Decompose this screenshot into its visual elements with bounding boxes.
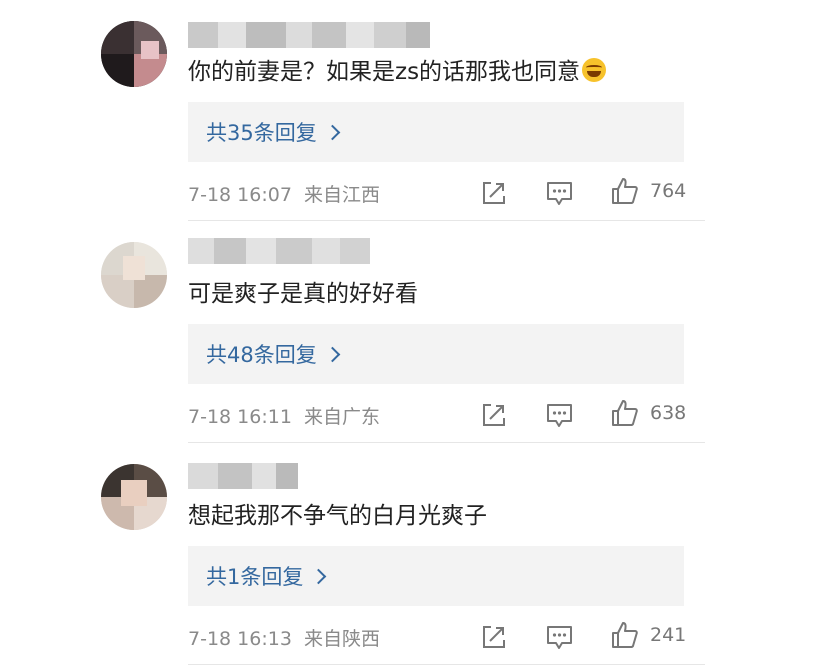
comment-text: 想起我那不争气的白月光爽子: [188, 503, 487, 529]
avatar[interactable]: [101, 21, 167, 87]
username-blurred[interactable]: [188, 463, 298, 489]
comment-meta: 7-18 16:13 来自陕西: [188, 624, 380, 651]
comment-icon[interactable]: [546, 403, 573, 429]
username-blurred[interactable]: [188, 238, 370, 264]
username-blurred[interactable]: [188, 22, 430, 48]
location: 来自陕西: [303, 628, 380, 650]
view-replies-button[interactable]: 共35条回复: [188, 102, 684, 162]
divider: [188, 220, 705, 221]
share-icon[interactable]: [481, 402, 507, 428]
avatar[interactable]: [101, 464, 167, 530]
timestamp: 7-18 16:11: [188, 406, 292, 428]
chevron-right-icon: [324, 124, 341, 140]
comment-icon[interactable]: [546, 625, 573, 651]
grinning-sweat-emoji-icon: [582, 58, 607, 82]
replies-label: 共35条回复: [206, 121, 317, 145]
view-replies-button[interactable]: 共1条回复: [188, 546, 684, 606]
like-count: 764: [650, 180, 687, 202]
divider: [188, 664, 705, 665]
location: 来自广东: [303, 406, 380, 428]
share-icon[interactable]: [481, 624, 507, 650]
comment-icon[interactable]: [546, 181, 573, 207]
divider: [188, 442, 705, 443]
avatar[interactable]: [101, 242, 167, 308]
comment-item: 想起我那不争气的白月光爽子 共1条回复 7-18 16:13 来自陕西 241: [0, 444, 825, 666]
comment-item: 可是爽子是真的好好看 共48条回复 7-18 16:11 来自广东 638: [0, 222, 825, 444]
comment-text: 可是爽子是真的好好看: [188, 281, 418, 307]
chevron-right-icon: [324, 346, 341, 362]
comment-item: 你的前妻是？如果是zs的话那我也同意 共35条回复 7-18 16:07 来自江…: [0, 0, 825, 222]
replies-label: 共1条回复: [206, 565, 304, 589]
replies-label: 共48条回复: [206, 343, 317, 367]
timestamp: 7-18 16:07: [188, 184, 292, 206]
comment-meta: 7-18 16:07 来自江西: [188, 180, 380, 207]
like-count: 241: [650, 624, 687, 646]
share-icon[interactable]: [481, 180, 507, 206]
like-thumb-icon[interactable]: [611, 177, 639, 205]
like-thumb-icon[interactable]: [611, 621, 639, 649]
comment-meta: 7-18 16:11 来自广东: [188, 402, 380, 429]
like-count: 638: [650, 402, 687, 424]
chevron-right-icon: [311, 568, 327, 584]
view-replies-button[interactable]: 共48条回复: [188, 324, 684, 384]
timestamp: 7-18 16:13: [188, 628, 292, 650]
like-thumb-icon[interactable]: [611, 399, 639, 427]
comment-text: 你的前妻是？如果是zs的话那我也同意: [188, 55, 607, 89]
comment-text-content: 你的前妻是？如果是zs的话那我也同意: [188, 59, 581, 85]
location: 来自江西: [303, 184, 380, 206]
